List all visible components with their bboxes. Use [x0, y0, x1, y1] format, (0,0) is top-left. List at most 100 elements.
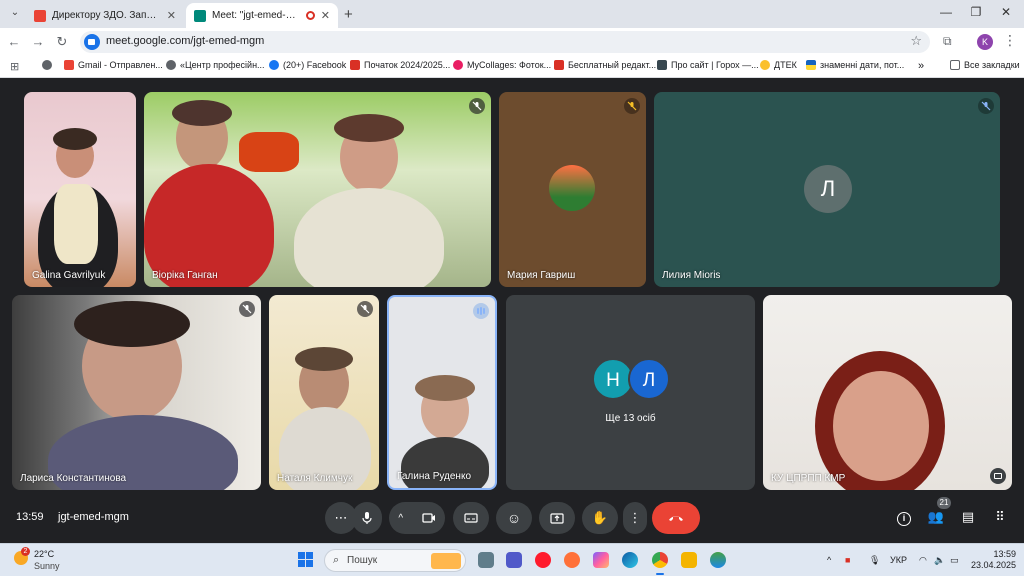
chat-button[interactable]: ▤ — [958, 509, 978, 525]
minimize-button[interactable]: — — [936, 5, 956, 19]
gmail-icon — [34, 9, 46, 22]
meeting-code: jgt-emed-mgm — [58, 511, 129, 523]
wifi-icon[interactable]: ◠ — [919, 555, 927, 566]
mic-tray-icon[interactable]: 🎙 — [869, 555, 880, 566]
participant-name: Лилия Mioris — [662, 270, 721, 281]
taskbar-clock[interactable]: 13:59 23.04.2025 — [966, 549, 1016, 571]
bookmark-item[interactable]: MyCollages: Фоток... — [453, 60, 551, 70]
participant-tile[interactable]: Мария Гавриш — [499, 92, 646, 287]
participant-tile[interactable]: Л Лилия Mioris — [654, 92, 1000, 287]
weather-condition[interactable]: Sunny — [34, 561, 60, 571]
mic-icon — [362, 512, 372, 524]
battery-icon[interactable]: ▭ — [950, 555, 959, 566]
firefox-icon[interactable] — [564, 552, 580, 568]
emoji-reactions-button[interactable]: ☺ — [496, 502, 532, 534]
restore-button[interactable]: ❐ — [966, 5, 986, 19]
more-vert-icon: ⋮ — [628, 510, 642, 525]
show-hidden-icons-chevron-icon[interactable]: ^ — [827, 555, 831, 565]
participant-tile[interactable]: Galina Gavrilyuk — [24, 92, 136, 287]
teams-icon[interactable] — [506, 552, 522, 568]
windows-taskbar: 2 22°C Sunny ⌕ Пошук ^ ■ 🎙 УКР ◠ 🔈 ▭ 13:… — [0, 543, 1024, 576]
apps-grid-icon[interactable]: ⊞ — [10, 60, 19, 73]
participant-tile[interactable]: Віоріка Ганган — [144, 92, 491, 287]
leave-call-button[interactable] — [652, 502, 700, 534]
forward-arrow-icon[interactable]: → — [30, 34, 46, 49]
facebook-icon — [269, 60, 279, 70]
globe-app-icon[interactable] — [710, 552, 726, 568]
bookmark-item[interactable]: Про сайт | Горох —... — [657, 60, 759, 70]
task-view-icon[interactable] — [478, 552, 494, 568]
present-screen-button[interactable] — [539, 502, 575, 534]
new-tab-button[interactable]: + — [344, 6, 353, 23]
language-indicator[interactable]: УКР — [890, 555, 907, 565]
camera-icon — [422, 513, 435, 523]
people-button[interactable]: 👥 — [926, 509, 946, 525]
end-call-icon — [669, 516, 683, 521]
bookmarks-bar: ⊞ Gmail - Отправлен... «Центр професійн.… — [0, 56, 1024, 78]
copilot-icon[interactable] — [593, 552, 609, 568]
edge-icon[interactable] — [622, 552, 638, 568]
bookmark-item[interactable]: «Центр професійн... — [166, 60, 265, 70]
volume-icon[interactable]: 🔈 — [934, 555, 945, 566]
bookmark-star-icon[interactable]: ☆ — [910, 33, 922, 49]
bookmark-icon — [554, 60, 564, 70]
search-icon: ⌕ — [333, 554, 340, 566]
bookmark-globe-icon[interactable] — [42, 60, 52, 70]
participant-name: Мария Гавриш — [507, 270, 576, 281]
reload-icon[interactable]: ↻ — [54, 34, 70, 50]
taskbar-search[interactable]: ⌕ Пошук — [324, 549, 466, 572]
speaking-indicator-icon — [473, 303, 489, 319]
address-bar[interactable]: meet.google.com/jgt-emed-mgm ☆ — [80, 31, 930, 53]
mic-button[interactable] — [352, 502, 382, 534]
temperature[interactable]: 22°C — [34, 549, 54, 559]
participant-tile[interactable]: Наталя Климчук — [269, 295, 379, 490]
opera-icon[interactable] — [535, 552, 551, 568]
browser-menu-icon[interactable]: ⋮ — [1003, 32, 1017, 49]
tab-close-icon[interactable]: ✕ — [167, 9, 176, 22]
participant-avatar-image — [549, 165, 595, 211]
meeting-info-button[interactable]: i — [894, 509, 914, 526]
bookmark-item[interactable]: Gmail - Отправлен... — [64, 60, 163, 70]
pip-icon[interactable] — [990, 468, 1006, 484]
bookmark-item[interactable]: ДТЕК — [760, 60, 797, 70]
profile-avatar[interactable]: K — [977, 34, 993, 50]
bookmarks-overflow-button[interactable]: » — [918, 60, 924, 72]
participant-tile[interactable]: Лариса Константинова — [12, 295, 261, 490]
tab-meet[interactable]: Meet: "jgt-emed-mgm" ✕ — [186, 3, 338, 28]
bookmark-item[interactable]: Бесплатный редакт... — [554, 60, 656, 70]
start-button[interactable] — [298, 552, 314, 568]
close-window-button[interactable]: ✕ — [996, 5, 1016, 19]
bookmark-item[interactable]: знаменні дати, пот... — [806, 60, 904, 70]
all-bookmarks[interactable]: Все закладки — [950, 60, 1020, 70]
activities-button[interactable]: ⠿ — [990, 509, 1010, 525]
clock-time: 13:59 — [993, 549, 1016, 559]
hand-icon: ✋ — [591, 510, 609, 525]
chrome-icon[interactable] — [652, 552, 668, 568]
back-arrow-icon[interactable]: ← — [6, 34, 22, 49]
camera-button[interactable]: ^ — [389, 502, 445, 534]
chat-icon: ▤ — [961, 509, 975, 524]
participant-tile[interactable]: Галина Руденко — [387, 295, 497, 490]
participant-tile[interactable]: КУ ЦПРПП КМР — [763, 295, 1012, 490]
tab-close-icon[interactable]: ✕ — [321, 9, 330, 22]
participant-name: КУ ЦПРПП КМР — [771, 473, 846, 484]
file-explorer-icon[interactable] — [681, 552, 697, 568]
site-info-icon[interactable] — [84, 34, 100, 50]
bookmark-item[interactable]: (20+) Facebook — [269, 60, 346, 70]
raise-hand-button[interactable]: ✋ — [582, 502, 618, 534]
extensions-puzzle-icon[interactable]: ⧉ — [943, 34, 952, 49]
more-options-button[interactable]: ⋮ — [623, 502, 647, 534]
tray-app-icon[interactable]: ■ — [845, 555, 850, 565]
captions-button[interactable] — [453, 502, 489, 534]
weather-badge: 2 — [21, 547, 30, 556]
bookmark-icon — [657, 60, 667, 70]
recording-indicator-icon — [305, 11, 315, 20]
more-participants-tile[interactable]: Н Л Ще 13 осіб — [506, 295, 755, 490]
tab-search-chevron-icon[interactable]: ⌄ — [6, 4, 24, 22]
tab-gmail[interactable]: Директору ЗДО. Запрошення ✕ — [26, 3, 184, 28]
participant-name: Галина Руденко — [397, 471, 472, 482]
bookmark-item[interactable]: Початок 2024/2025... — [350, 60, 450, 70]
meet-stage: Galina Gavrilyuk Віоріка Ганган Мария Га… — [0, 79, 1024, 543]
bookmark-icon — [350, 60, 360, 70]
browser-tab-bar: ⌄ Директору ЗДО. Запрошення ✕ Meet: "jgt… — [0, 0, 1024, 28]
